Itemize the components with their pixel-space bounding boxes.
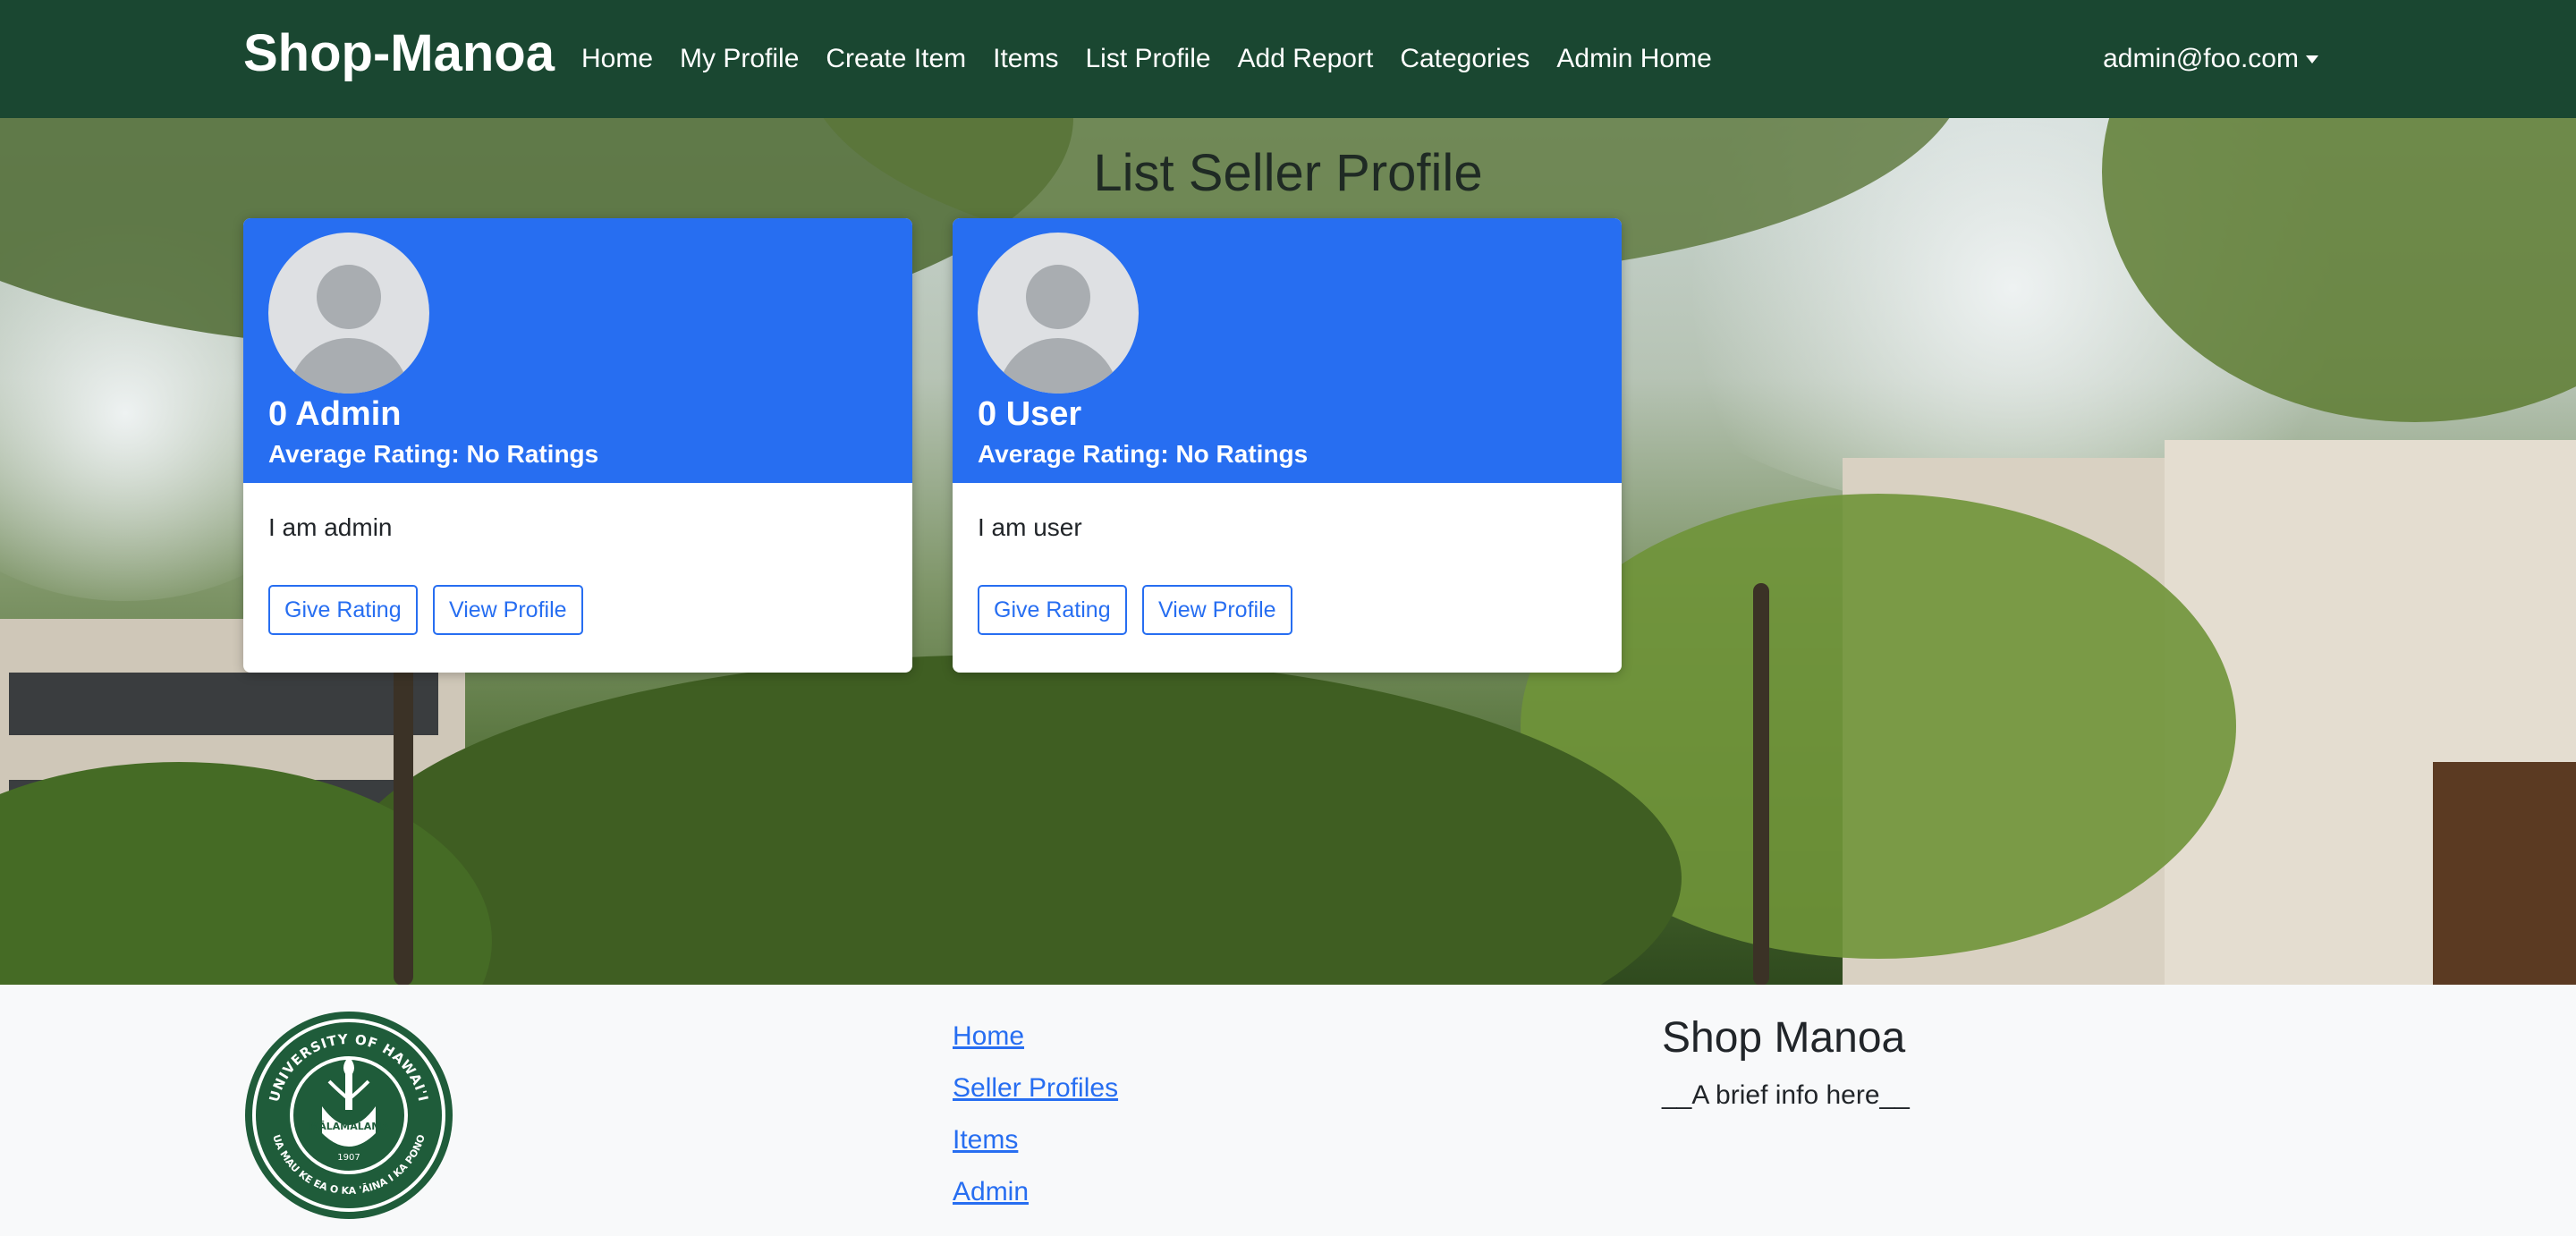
seller-card-admin: 0 Admin Average Rating: No Ratings I am … xyxy=(243,218,912,673)
user-email: admin@foo.com xyxy=(2103,44,2299,73)
avatar-placeholder-icon xyxy=(978,233,1139,394)
give-rating-button[interactable]: Give Rating xyxy=(268,585,418,635)
footer-link-items[interactable]: Items xyxy=(953,1121,1118,1160)
card-header: 0 User Average Rating: No Ratings xyxy=(953,218,1622,483)
navbar: Shop-Manoa Home My Profile Create Item I… xyxy=(0,0,2576,118)
nav-link-admin-home[interactable]: Admin Home xyxy=(1556,39,1711,79)
view-profile-button[interactable]: View Profile xyxy=(1142,585,1292,635)
hero-background: List Seller Profile 0 Admin Average Rati… xyxy=(0,118,2576,985)
footer-link-seller-profiles[interactable]: Seller Profiles xyxy=(953,1069,1118,1108)
nav-link-my-profile[interactable]: My Profile xyxy=(680,39,799,79)
nav-link-add-report[interactable]: Add Report xyxy=(1238,39,1374,79)
nav-links: Home My Profile Create Item Items List P… xyxy=(581,39,1739,79)
footer-links: Home Seller Profiles Items Admin xyxy=(953,1017,1118,1224)
nav-link-create-item[interactable]: Create Item xyxy=(826,39,966,79)
seller-description: I am user xyxy=(978,513,1082,541)
avatar-placeholder-icon xyxy=(268,233,429,394)
caret-down-icon xyxy=(2306,55,2318,63)
nav-link-categories[interactable]: Categories xyxy=(1400,39,1530,79)
page-title: List Seller Profile xyxy=(1093,144,1483,202)
seller-card-user: 0 User Average Rating: No Ratings I am u… xyxy=(953,218,1622,673)
footer-link-home[interactable]: Home xyxy=(953,1017,1118,1056)
card-header: 0 Admin Average Rating: No Ratings xyxy=(243,218,912,483)
seller-rating: Average Rating: No Ratings xyxy=(978,440,1309,468)
building-windows xyxy=(9,673,438,735)
view-profile-button[interactable]: View Profile xyxy=(433,585,583,635)
footer-info: __A brief info here__ xyxy=(1662,1080,1910,1110)
seal-center-text: MĀLAMALAMA xyxy=(309,1121,389,1132)
seller-name: 0 Admin xyxy=(268,395,402,433)
tree-trunk xyxy=(1753,583,1769,985)
building-door xyxy=(2433,762,2576,985)
give-rating-button[interactable]: Give Rating xyxy=(978,585,1127,635)
tree-canopy xyxy=(340,655,1682,985)
footer: UNIVERSITY OF HAWAI'I UA MAU KE EA O KA … xyxy=(0,985,2576,1236)
nav-link-list-profile[interactable]: List Profile xyxy=(1085,39,1210,79)
user-dropdown[interactable]: admin@foo.com xyxy=(2103,39,2318,79)
seller-name: 0 User xyxy=(978,395,1082,433)
university-seal-logo: UNIVERSITY OF HAWAI'I UA MAU KE EA O KA … xyxy=(245,1012,453,1219)
nav-link-home[interactable]: Home xyxy=(581,39,653,79)
footer-title: Shop Manoa xyxy=(1662,1014,1906,1062)
brand-logo[interactable]: Shop-Manoa xyxy=(243,21,555,86)
seal-year: 1907 xyxy=(337,1153,360,1163)
seller-rating: Average Rating: No Ratings xyxy=(268,440,599,468)
nav-link-items[interactable]: Items xyxy=(993,39,1058,79)
seller-description: I am admin xyxy=(268,513,393,541)
footer-link-admin[interactable]: Admin xyxy=(953,1173,1118,1212)
